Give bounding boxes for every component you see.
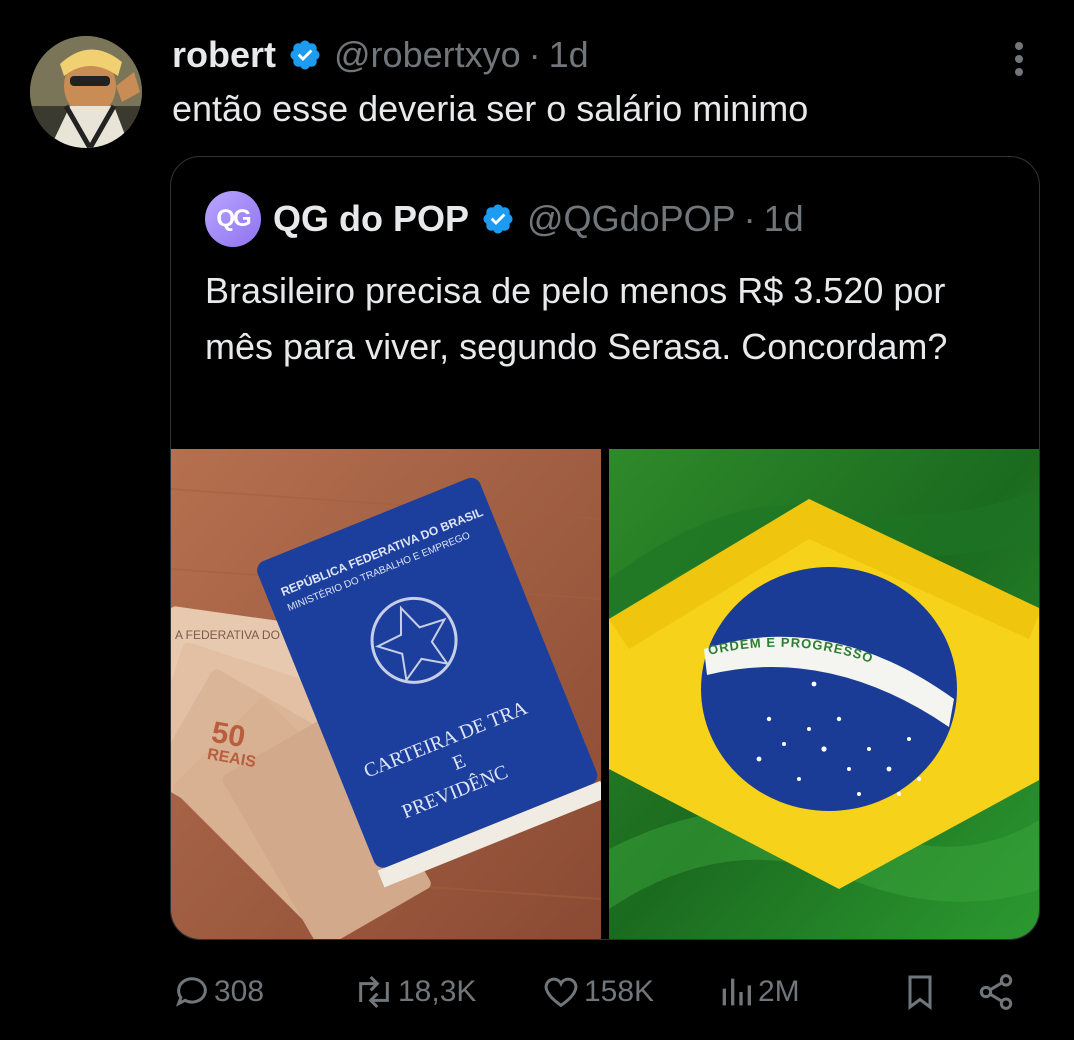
- work-card-money-image[interactable]: A FEDERATIVA DO BR 50 REAIS REPÚBLICA FE…: [171, 449, 601, 939]
- repost-icon: [359, 975, 389, 1009]
- bookmark-icon: [908, 975, 932, 1010]
- quote-time[interactable]: 1d: [764, 198, 804, 240]
- quote-author-name[interactable]: QG do POP: [273, 198, 469, 240]
- reply-icon: [175, 977, 207, 1007]
- reply-button[interactable]: 308: [172, 962, 264, 1022]
- author-name[interactable]: robert: [172, 34, 276, 76]
- repost-button[interactable]: 18,3K: [352, 962, 476, 1022]
- share-icon: [979, 974, 1013, 1010]
- tweet-text: então esse deveria ser o salário minimo: [172, 88, 809, 129]
- separator-dot: ·: [528, 34, 541, 75]
- post-time[interactable]: 1d: [549, 34, 589, 76]
- brazil-flag-illustration: ORDEM E PROGRESSO: [609, 449, 1039, 939]
- heart-icon: [544, 977, 578, 1008]
- verified-badge-icon: [290, 40, 320, 70]
- quote-media[interactable]: A FEDERATIVA DO BR 50 REAIS REPÚBLICA FE…: [171, 449, 1039, 939]
- avatar-image: [30, 36, 142, 148]
- work-card-illustration: A FEDERATIVA DO BR 50 REAIS REPÚBLICA FE…: [171, 449, 601, 939]
- share-button[interactable]: [976, 962, 1018, 1022]
- tweet-header: robert @robertxyo · 1d: [172, 30, 589, 80]
- like-count: 158K: [584, 975, 655, 1008]
- repost-count: 18,3K: [398, 975, 477, 1008]
- quote-header: QG QG do POP @QGdoPOP · 1d: [205, 191, 804, 247]
- more-options-button[interactable]: [1004, 40, 1034, 80]
- action-bar: 308 18,3K 158K 2M: [172, 962, 1032, 1022]
- quoted-tweet[interactable]: QG QG do POP @QGdoPOP · 1d Brasileiro pr…: [170, 156, 1040, 940]
- avatar[interactable]: [30, 36, 142, 148]
- bookmark-button[interactable]: [900, 962, 942, 1022]
- quote-text: Brasileiro precisa de pelo menos R$ 3.52…: [205, 270, 948, 367]
- quote-avatar-text: QG: [216, 205, 251, 232]
- more-vertical-icon: [1015, 42, 1023, 76]
- views-button[interactable]: 2M: [716, 962, 800, 1022]
- quote-avatar: QG: [205, 191, 261, 247]
- author-handle[interactable]: @robertxyo: [334, 34, 521, 76]
- like-button[interactable]: 158K: [540, 962, 654, 1022]
- brazil-flag-image[interactable]: ORDEM E PROGRESSO: [609, 449, 1039, 939]
- quote-author-handle[interactable]: @QGdoPOP: [527, 198, 736, 240]
- views-chart-icon: [722, 978, 751, 1006]
- views-count: 2M: [758, 975, 800, 1008]
- reply-count: 308: [214, 975, 265, 1008]
- separator-dot: ·: [743, 198, 756, 239]
- verified-badge-icon: [483, 204, 513, 234]
